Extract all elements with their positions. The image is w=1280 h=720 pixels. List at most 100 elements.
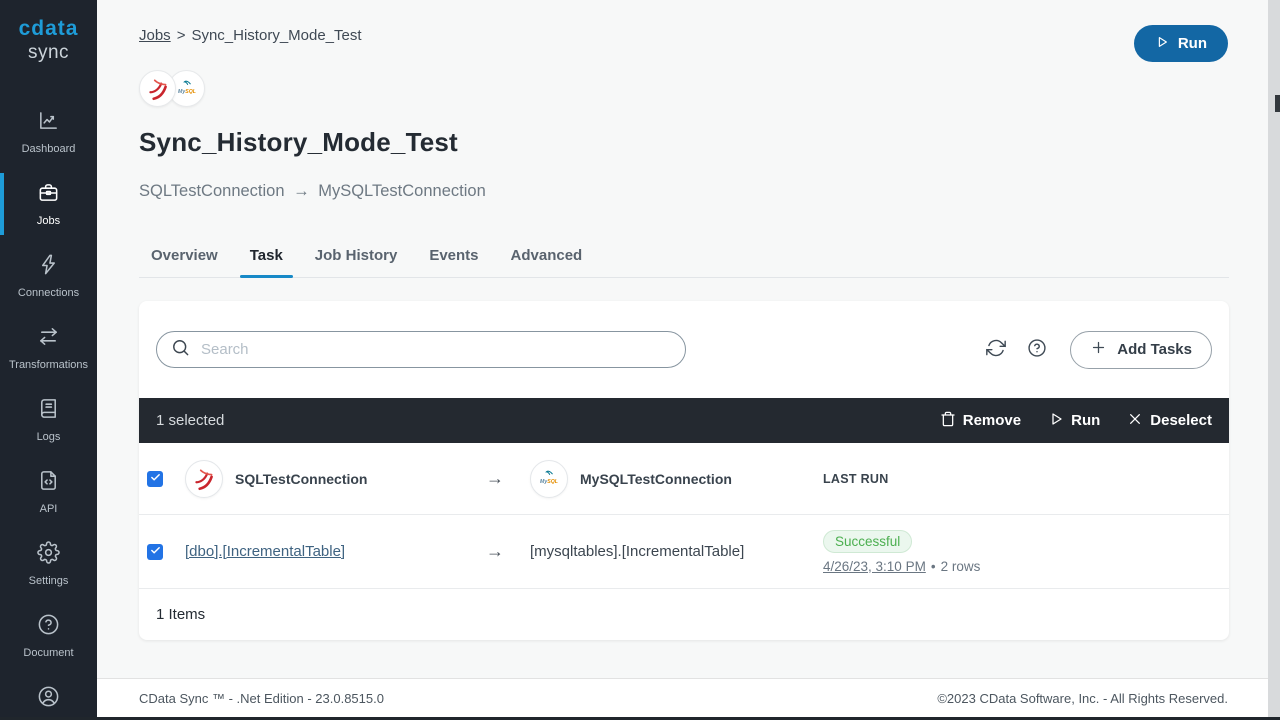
tab-job-history[interactable]: Job History bbox=[305, 247, 408, 277]
sidebar-item-label: API bbox=[39, 503, 58, 515]
selection-actions: Remove Run Deselect bbox=[940, 411, 1212, 431]
play-icon bbox=[1048, 411, 1064, 431]
destination-table-cell: [mysqltables].[IncrementalTable] bbox=[515, 543, 810, 560]
check-icon bbox=[150, 470, 161, 488]
refresh-icon bbox=[986, 338, 1007, 361]
run-job-button[interactable]: Run bbox=[1133, 25, 1228, 62]
sidebar-item-settings[interactable]: Settings bbox=[0, 528, 97, 600]
sidebar-item-logs[interactable]: Logs bbox=[0, 384, 97, 456]
source-connection-label: SQLTestConnection bbox=[235, 470, 368, 487]
page-scrollbar-thumb[interactable] bbox=[1275, 95, 1280, 112]
run-selected-label: Run bbox=[1071, 412, 1101, 429]
sidebar-item-label: Settings bbox=[28, 575, 69, 587]
selection-count: 1 selected bbox=[156, 412, 225, 429]
sidebar-item-label: Jobs bbox=[36, 215, 61, 227]
breadcrumb-separator: > bbox=[176, 27, 186, 44]
footer-version-text: CData Sync ™ - .Net Edition - 23.0.8515.… bbox=[139, 690, 384, 706]
source-connection-name: SQLTestConnection bbox=[139, 182, 285, 200]
row-checkbox-cell bbox=[139, 470, 183, 488]
sidebar-item-connections[interactable]: Connections bbox=[0, 240, 97, 312]
refresh-button[interactable] bbox=[986, 338, 1007, 361]
source-table-link[interactable]: [dbo].[IncrementalTable] bbox=[185, 543, 345, 560]
status-badge: Successful bbox=[823, 529, 913, 553]
gear-icon bbox=[37, 541, 60, 569]
page-title: Sync_History_Mode_Test bbox=[139, 127, 458, 157]
source-table-cell: [dbo].[IncrementalTable] bbox=[183, 543, 475, 560]
svg-text:MySQL: MySQL bbox=[540, 478, 558, 484]
check-icon bbox=[150, 543, 161, 561]
app-footer: CData Sync ™ - .Net Edition - 23.0.8515.… bbox=[97, 678, 1280, 717]
tasks-card: Add Tasks 1 selected Remove Run Deselect bbox=[139, 301, 1229, 640]
search-box bbox=[156, 331, 686, 368]
sidebar-item-label: Transformations bbox=[8, 359, 89, 371]
line-chart-icon bbox=[37, 109, 60, 137]
last-run-time-link[interactable]: 4/26/23, 3:10 PM bbox=[823, 559, 926, 574]
main-content: Jobs > Sync_History_Mode_Test Run MySQL Sy… bbox=[97, 0, 1280, 720]
items-summary: 1 Items bbox=[156, 606, 206, 623]
table-row-task: [dbo].[IncrementalTable] → [mysqltables]… bbox=[139, 515, 1229, 589]
row-checkbox-cell bbox=[139, 543, 183, 561]
cdata-sync-logo[interactable]: cdata sync bbox=[0, 0, 97, 64]
row-arrow: → bbox=[486, 541, 504, 561]
row-count-label: 2 rows bbox=[940, 558, 981, 574]
run-button-label: Run bbox=[1177, 35, 1207, 52]
sidebar-item-admin[interactable]: admin bbox=[0, 672, 97, 720]
last-run-meta: 4/26/23, 3:10 PM • 2 rows bbox=[823, 559, 980, 574]
deselect-label: Deselect bbox=[1150, 412, 1212, 429]
last-run-column-header: LAST RUN bbox=[823, 471, 889, 486]
sidebar-item-jobs[interactable]: Jobs bbox=[0, 168, 97, 240]
page-scrollbar-track[interactable] bbox=[1268, 0, 1280, 720]
help-circle-icon bbox=[1027, 338, 1047, 361]
tab-events[interactable]: Events bbox=[419, 247, 488, 277]
sidebar-item-label: Dashboard bbox=[21, 143, 76, 155]
tab-task[interactable]: Task bbox=[239, 247, 293, 278]
sqlserver-logo-icon bbox=[139, 70, 176, 107]
row-arrow: → bbox=[486, 468, 504, 488]
briefcase-icon bbox=[37, 181, 60, 209]
breadcrumb-jobs-link[interactable]: Jobs bbox=[139, 27, 171, 44]
remove-label: Remove bbox=[962, 412, 1022, 429]
sidebar-item-document[interactable]: Document bbox=[0, 600, 97, 672]
play-icon bbox=[1155, 35, 1169, 53]
trash-icon bbox=[940, 411, 956, 431]
run-selected-button[interactable]: Run bbox=[1048, 411, 1100, 431]
sidebar: cdata sync Dashboard Jobs Connections Tr… bbox=[0, 0, 97, 720]
search-input[interactable] bbox=[201, 341, 671, 358]
select-all-checkbox[interactable] bbox=[147, 470, 163, 488]
x-icon bbox=[1127, 411, 1143, 431]
add-tasks-label: Add Tasks bbox=[1117, 341, 1192, 358]
footer-copyright-text: ©2023 CData Software, Inc. - All Rights … bbox=[937, 690, 1228, 706]
sidebar-item-label: Document bbox=[23, 647, 74, 659]
add-tasks-button[interactable]: Add Tasks bbox=[1070, 330, 1212, 369]
destination-connection-name: MySQLTestConnection bbox=[318, 182, 486, 200]
job-tabs: Overview Task Job History Events Advance… bbox=[139, 247, 1229, 278]
sidebar-item-api[interactable]: API bbox=[0, 456, 97, 528]
deselect-button[interactable]: Deselect bbox=[1127, 411, 1212, 431]
sidebar-item-label: Connections bbox=[17, 287, 80, 299]
help-circle-icon bbox=[37, 613, 60, 641]
table-row-connections: SQLTestConnection → MySQL MySQLTestConne… bbox=[139, 443, 1229, 515]
task-row-checkbox[interactable] bbox=[147, 543, 163, 561]
logo-product-text: sync bbox=[27, 42, 70, 63]
source-connection-cell: SQLTestConnection bbox=[183, 459, 475, 498]
tab-advanced[interactable]: Advanced bbox=[501, 247, 593, 277]
flow-arrow: → bbox=[293, 182, 310, 200]
task-status-cell: Successful 4/26/23, 3:10 PM • 2 rows bbox=[810, 529, 1229, 574]
plus-icon bbox=[1090, 339, 1107, 360]
help-button[interactable] bbox=[1027, 338, 1047, 361]
job-connection-summary: SQLTestConnection → MySQLTestConnection bbox=[97, 158, 1280, 201]
file-code-icon bbox=[37, 469, 60, 497]
selection-bar: 1 selected Remove Run Deselect bbox=[139, 398, 1229, 443]
sidebar-item-transformations[interactable]: Transformations bbox=[0, 312, 97, 384]
swap-arrows-icon bbox=[37, 325, 60, 353]
meta-bullet: • bbox=[930, 558, 936, 574]
logo-brand-text: cdata bbox=[18, 17, 79, 40]
destination-connection-cell: MySQL MySQLTestConnection bbox=[515, 459, 810, 498]
svg-text:MySQL: MySQL bbox=[178, 88, 196, 94]
breadcrumb: Jobs > Sync_History_Mode_Test bbox=[97, 0, 1280, 44]
tab-overview[interactable]: Overview bbox=[141, 247, 228, 277]
user-circle-icon bbox=[37, 685, 60, 713]
remove-selected-button[interactable]: Remove bbox=[940, 411, 1021, 431]
breadcrumb-current: Sync_History_Mode_Test bbox=[191, 27, 362, 44]
sidebar-item-dashboard[interactable]: Dashboard bbox=[0, 96, 97, 168]
